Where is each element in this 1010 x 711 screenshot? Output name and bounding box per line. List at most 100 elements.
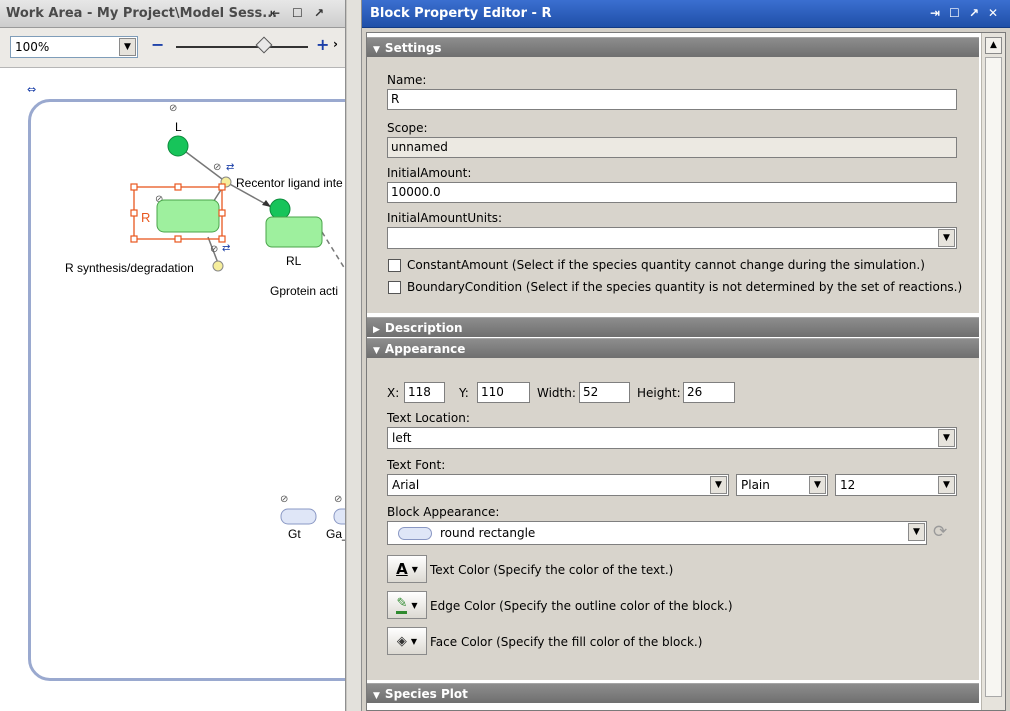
scroll-up-button[interactable]: ▲ [985, 37, 1002, 54]
reversible-icon: ⇄ [222, 243, 230, 254]
diagram-canvas[interactable]: ⇔ ⊘ ⊘ ⊘ ⊘ ⊘ ⊘ ⇄ ⇄ L R RL Gt Ga Recentor … [0, 69, 345, 711]
pane-splitter[interactable] [346, 0, 362, 711]
undock-icon[interactable]: ↗ [969, 6, 979, 20]
species-Gt-block[interactable] [280, 508, 317, 525]
close-icon[interactable]: ✕ [988, 6, 998, 20]
species-R-block[interactable] [156, 199, 220, 233]
font-size-value: 12 [840, 478, 856, 492]
reversible-icon: ⇄ [226, 162, 234, 173]
text-location-value: left [392, 431, 412, 445]
zoom-out-button[interactable]: − [151, 35, 164, 54]
section-description-header[interactable]: ▶ Description [367, 317, 979, 337]
font-style-select[interactable]: Plain ▼ [736, 474, 828, 496]
section-settings-header[interactable]: ▼ Settings [367, 37, 979, 57]
section-appearance-body: X: 118 Y: 110 Width: 52 Height: 26 Text … [367, 358, 979, 680]
zoom-slider-track[interactable] [176, 46, 308, 48]
section-species-plot-header[interactable]: ▼ Species Plot [367, 683, 979, 703]
text-color-label: Text Color (Specify the color of the tex… [430, 563, 674, 577]
zoom-level-select[interactable]: 100% ▼ [10, 36, 138, 58]
species-label-RL: RL [286, 254, 302, 268]
section-appearance-title: Appearance [384, 342, 466, 356]
zoom-slider-thumb[interactable] [255, 36, 273, 54]
chevron-down-icon[interactable]: ▼ [710, 476, 727, 494]
work-area-title-bar: Work Area - My Project\Model Sess... ⇤ ☐… [0, 0, 345, 28]
text-location-select[interactable]: left ▼ [387, 427, 957, 449]
chevron-down-icon: ▼ [373, 346, 380, 356]
maximize-icon[interactable]: ☐ [292, 6, 303, 20]
minimize-icon[interactable]: ⇤ [270, 6, 280, 20]
x-label: X: [387, 386, 400, 400]
x-input[interactable]: 118 [404, 382, 445, 403]
diagram-graphics: ⇔ ⊘ ⊘ ⊘ ⊘ ⊘ ⊘ ⇄ ⇄ [27, 83, 345, 525]
link-icon: ⇔ [27, 83, 36, 96]
toolbar-overflow-icon[interactable]: › [333, 37, 338, 51]
maximize-icon[interactable]: ☐ [949, 6, 960, 20]
font-family-select[interactable]: Arial ▼ [387, 474, 729, 496]
species-RL-ligand-node[interactable] [269, 198, 291, 220]
width-label: Width: [537, 386, 576, 400]
name-label: Name: [387, 73, 427, 87]
edge-RL-gprotein [321, 231, 345, 270]
work-area-pane: Work Area - My Project\Model Sess... ⇤ ☐… [0, 0, 346, 711]
boundary-condition-label: BoundaryCondition (Select if the species… [407, 280, 963, 294]
chevron-down-icon[interactable]: ▼ [908, 523, 925, 541]
editor-title-bar: Block Property Editor - R ⇥ ☐ ↗ ✕ [362, 0, 1010, 28]
name-input[interactable]: R [387, 89, 957, 110]
chevron-down-icon[interactable]: ▼ [938, 429, 955, 447]
chevron-down-icon[interactable]: ▼ [938, 229, 955, 247]
chevron-down-icon: ▼ [410, 636, 418, 646]
vertical-scrollbar[interactable]: ▲ [981, 33, 1005, 710]
initial-amount-units-select[interactable]: ▼ [387, 227, 957, 249]
face-color-label: Face Color (Specify the fill color of th… [430, 635, 703, 649]
height-label: Height: [637, 386, 681, 400]
reaction-node[interactable] [212, 260, 224, 272]
dock-icon[interactable]: ⇥ [930, 6, 940, 20]
section-settings-title: Settings [384, 41, 442, 55]
pencil-icon: ✎ [396, 596, 408, 614]
species-Ga-block[interactable] [333, 508, 345, 525]
species-label-Ga: Ga_ [326, 527, 345, 541]
refresh-icon[interactable]: ⟳ [933, 522, 947, 542]
y-input[interactable]: 110 [477, 382, 530, 403]
editor-title: Block Property Editor - R [370, 6, 552, 21]
reaction-label-receptor-ligand: Recentor ligand inte [236, 176, 343, 190]
null-species-icon: ⊘ [213, 162, 221, 173]
initial-amount-label: InitialAmount: [387, 166, 472, 180]
constant-amount-checkbox[interactable] [388, 259, 401, 272]
face-color-button[interactable]: ◈ ▼ [387, 627, 427, 655]
block-shape-select[interactable]: round rectangle ▼ [387, 521, 927, 545]
paint-bucket-icon: ◈ [396, 633, 407, 649]
initial-amount-input[interactable]: 10000.0 [387, 182, 957, 203]
initial-amount-units-label: InitialAmountUnits: [387, 211, 503, 225]
zoom-level-value: 100% [15, 40, 50, 54]
block-property-editor: Block Property Editor - R ⇥ ☐ ↗ ✕ ▼ Setti… [362, 0, 1010, 711]
chevron-down-icon[interactable]: ▼ [809, 476, 826, 494]
zoom-in-button[interactable]: + [316, 35, 329, 54]
text-color-button[interactable]: A ▼ [387, 555, 427, 583]
species-label-R: R [141, 210, 151, 225]
species-L-node[interactable] [167, 135, 189, 157]
undock-icon[interactable]: ↗ [314, 6, 324, 20]
arrowhead [262, 200, 271, 207]
edge-color-button[interactable]: ✎ ▼ [387, 591, 427, 619]
species-label-L: L [175, 120, 182, 134]
font-style-value: Plain [741, 478, 770, 492]
boundary-condition-checkbox[interactable] [388, 281, 401, 294]
text-color-icon: A [396, 560, 408, 578]
text-font-label: Text Font: [387, 458, 446, 472]
null-species-icon: ⊘ [169, 103, 177, 114]
font-size-select[interactable]: 12 ▼ [835, 474, 957, 496]
y-label: Y: [459, 386, 469, 400]
text-location-label: Text Location: [387, 411, 470, 425]
height-input[interactable]: 26 [683, 382, 735, 403]
chevron-down-icon[interactable]: ▼ [938, 476, 955, 494]
section-appearance-header[interactable]: ▼ Appearance [367, 338, 979, 358]
scope-label: Scope: [387, 121, 428, 135]
species-RL-block[interactable] [265, 216, 323, 248]
chevron-down-icon: ▼ [373, 45, 380, 55]
width-input[interactable]: 52 [579, 382, 630, 403]
null-species-icon: ⊘ [280, 494, 288, 505]
scrollbar-track[interactable] [985, 57, 1002, 697]
chevron-down-icon[interactable]: ▼ [119, 38, 136, 56]
block-shape-value: round rectangle [440, 526, 536, 540]
